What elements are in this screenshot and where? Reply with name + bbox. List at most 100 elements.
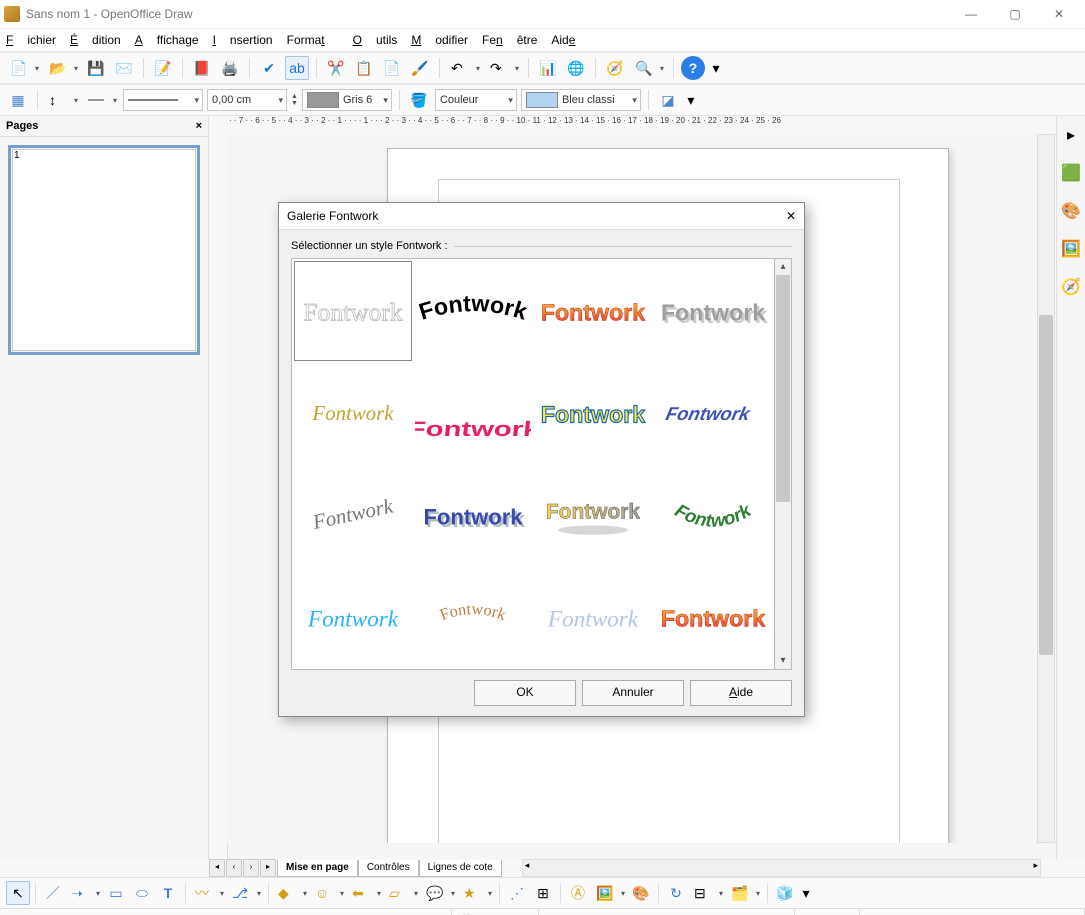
format-paintbrush-button[interactable]: 🖌️ (408, 56, 432, 80)
auto-spellcheck-button[interactable]: ab (285, 56, 309, 80)
cut-button[interactable]: ✂️ (324, 56, 348, 80)
fontwork-style-11[interactable]: Fontwork (534, 465, 652, 565)
rectangle-tool[interactable]: ▭ (104, 881, 128, 905)
copy-button[interactable]: 📋 (352, 56, 376, 80)
fontwork-style-5[interactable]: Fontwork (294, 363, 412, 463)
text-tool[interactable]: T (156, 881, 180, 905)
help-button[interactable]: Aide (690, 680, 792, 706)
page-thumbnail[interactable]: 1 (8, 145, 200, 355)
navigator-button[interactable]: 🧭 (603, 56, 627, 80)
vertical-scrollbar[interactable] (1037, 134, 1055, 843)
dialog-title-bar[interactable]: Galerie Fontwork ✕ (279, 203, 804, 230)
menu-tools[interactable]: Outils (353, 33, 398, 47)
toolbar2-overflow[interactable]: ▾ (684, 88, 698, 112)
align-tool[interactable]: ⊟ (690, 881, 725, 905)
toolbar-overflow[interactable]: ▾ (709, 56, 723, 80)
menu-modify[interactable]: Modifier (411, 33, 468, 47)
flowchart-tool[interactable]: ▱ (385, 881, 420, 905)
horizontal-scrollbar[interactable]: ◂ ▸ (522, 859, 1041, 877)
tab-first[interactable]: ◂ (209, 859, 225, 877)
gallery-icon[interactable]: 🎨 (1059, 200, 1083, 224)
dialog-close-icon[interactable]: ✕ (786, 209, 796, 223)
help-button[interactable]: ? (681, 56, 705, 80)
fontwork-style-6[interactable]: Fontwork (414, 363, 532, 463)
menu-format[interactable]: Format (287, 33, 339, 47)
area-fill-color[interactable]: Bleu classi (521, 89, 641, 111)
fontwork-style-4[interactable]: FontworkFontwork (654, 261, 772, 361)
gallery-scrollbar[interactable]: ▴ ▾ (775, 258, 792, 670)
layer-tab-controls[interactable]: Contrôles (358, 860, 419, 877)
export-pdf-button[interactable]: 📕 (190, 56, 214, 80)
display-grid-button[interactable]: ▦ (6, 88, 30, 112)
area-fill-button[interactable]: 🪣 (407, 88, 431, 112)
arrange-tool[interactable]: 🗂️ (727, 881, 762, 905)
fontwork-style-12[interactable]: Fontwork (654, 465, 772, 565)
undo-button[interactable]: ↶ (447, 56, 482, 80)
save-button[interactable]: 💾 (84, 56, 108, 80)
star-tool[interactable]: ★ (459, 881, 494, 905)
gallery-button[interactable]: 🎨 (629, 881, 653, 905)
arrow-style-button[interactable]: ↕ (45, 88, 80, 112)
line-tool[interactable]: ／ (41, 881, 65, 905)
layer-tab-layout[interactable]: Mise en page (277, 860, 358, 877)
block-arrows-tool[interactable]: ⬅ (348, 881, 383, 905)
fontwork-style-1[interactable]: Fontwork (294, 261, 412, 361)
insert-image-button[interactable]: 🖼️ (592, 881, 627, 905)
symbol-shapes-tool[interactable]: ☺ (311, 881, 346, 905)
fontwork-style-7[interactable]: Fontwork (534, 363, 652, 463)
fontwork-style-14[interactable]: Fontwork (414, 567, 532, 667)
menu-edit[interactable]: Édition (70, 33, 121, 47)
print-button[interactable]: 🖨️ (218, 56, 242, 80)
area-fill-type[interactable]: Couleur (435, 89, 517, 111)
tab-prev[interactable]: ‹ (226, 859, 242, 877)
line-style-button[interactable] (84, 88, 119, 112)
email-button[interactable]: ✉️ (112, 56, 136, 80)
line-width-input[interactable]: 0,00 cm (207, 89, 287, 111)
ok-button[interactable]: OK (474, 680, 576, 706)
hyperlink-button[interactable]: 🌐 (564, 56, 588, 80)
line-color-select[interactable]: Gris 6 (302, 89, 392, 111)
close-button[interactable]: ✕ (1037, 0, 1081, 28)
paste-button[interactable]: 📄 (380, 56, 404, 80)
zoom-button[interactable]: 🔍 (631, 56, 666, 80)
tab-next[interactable]: › (243, 859, 259, 877)
cancel-button[interactable]: Annuler (582, 680, 684, 706)
fontwork-gallery-button[interactable]: Ⓐ (566, 881, 590, 905)
fontwork-style-8[interactable]: Fontwork (654, 363, 772, 463)
new-button[interactable]: 📄 (6, 56, 41, 80)
minimize-button[interactable]: — (949, 0, 993, 28)
callout-tool[interactable]: 💬 (422, 881, 457, 905)
line-style-select[interactable] (123, 89, 203, 111)
navigator-icon[interactable]: 🧭 (1059, 276, 1083, 300)
extrusion-toggle[interactable]: 🧊 (773, 881, 797, 905)
redo-button[interactable]: ↷ (486, 56, 521, 80)
fontwork-style-10[interactable]: FontworkFontwork (414, 465, 532, 565)
templates-icon[interactable]: 🖼️ (1059, 238, 1083, 262)
menu-help[interactable]: Aide (551, 33, 589, 47)
select-tool[interactable]: ↖ (6, 881, 30, 905)
menu-window[interactable]: Fenêtre (482, 33, 537, 47)
menu-file[interactable]: Fichier (6, 33, 56, 47)
drawing-toolbar-overflow[interactable]: ▾ (799, 881, 813, 905)
properties-icon[interactable]: 🟩 (1059, 162, 1083, 186)
pages-panel-close[interactable]: × (196, 120, 202, 132)
ellipse-tool[interactable]: ⬭ (130, 881, 154, 905)
fontwork-style-15[interactable]: Fontwork (534, 567, 652, 667)
maximize-button[interactable]: ▢ (993, 0, 1037, 28)
connector-tool[interactable]: ⎇ (228, 881, 263, 905)
edit-points-tool[interactable]: ⋰ (505, 881, 529, 905)
arrow-line-tool[interactable]: ➝ (67, 881, 102, 905)
basic-shapes-tool[interactable]: ◆ (274, 881, 309, 905)
spellcheck-button[interactable]: ✔ (257, 56, 281, 80)
rotate-tool[interactable]: ↻ (664, 881, 688, 905)
glue-points-tool[interactable]: ⊞ (531, 881, 555, 905)
menu-insert[interactable]: Insertion (213, 33, 273, 47)
edit-file-button[interactable]: 📝 (151, 56, 175, 80)
tab-last[interactable]: ▸ (260, 859, 276, 877)
fontwork-style-2[interactable]: Fontwork (414, 261, 532, 361)
fontwork-style-16[interactable]: Fontwork (654, 567, 772, 667)
fontwork-style-9[interactable]: Fontwork (294, 465, 412, 565)
shadow-button[interactable]: ◪ (656, 88, 680, 112)
curve-tool[interactable]: 〰 (191, 881, 226, 905)
layer-tab-dimlines[interactable]: Lignes de cote (419, 860, 502, 877)
